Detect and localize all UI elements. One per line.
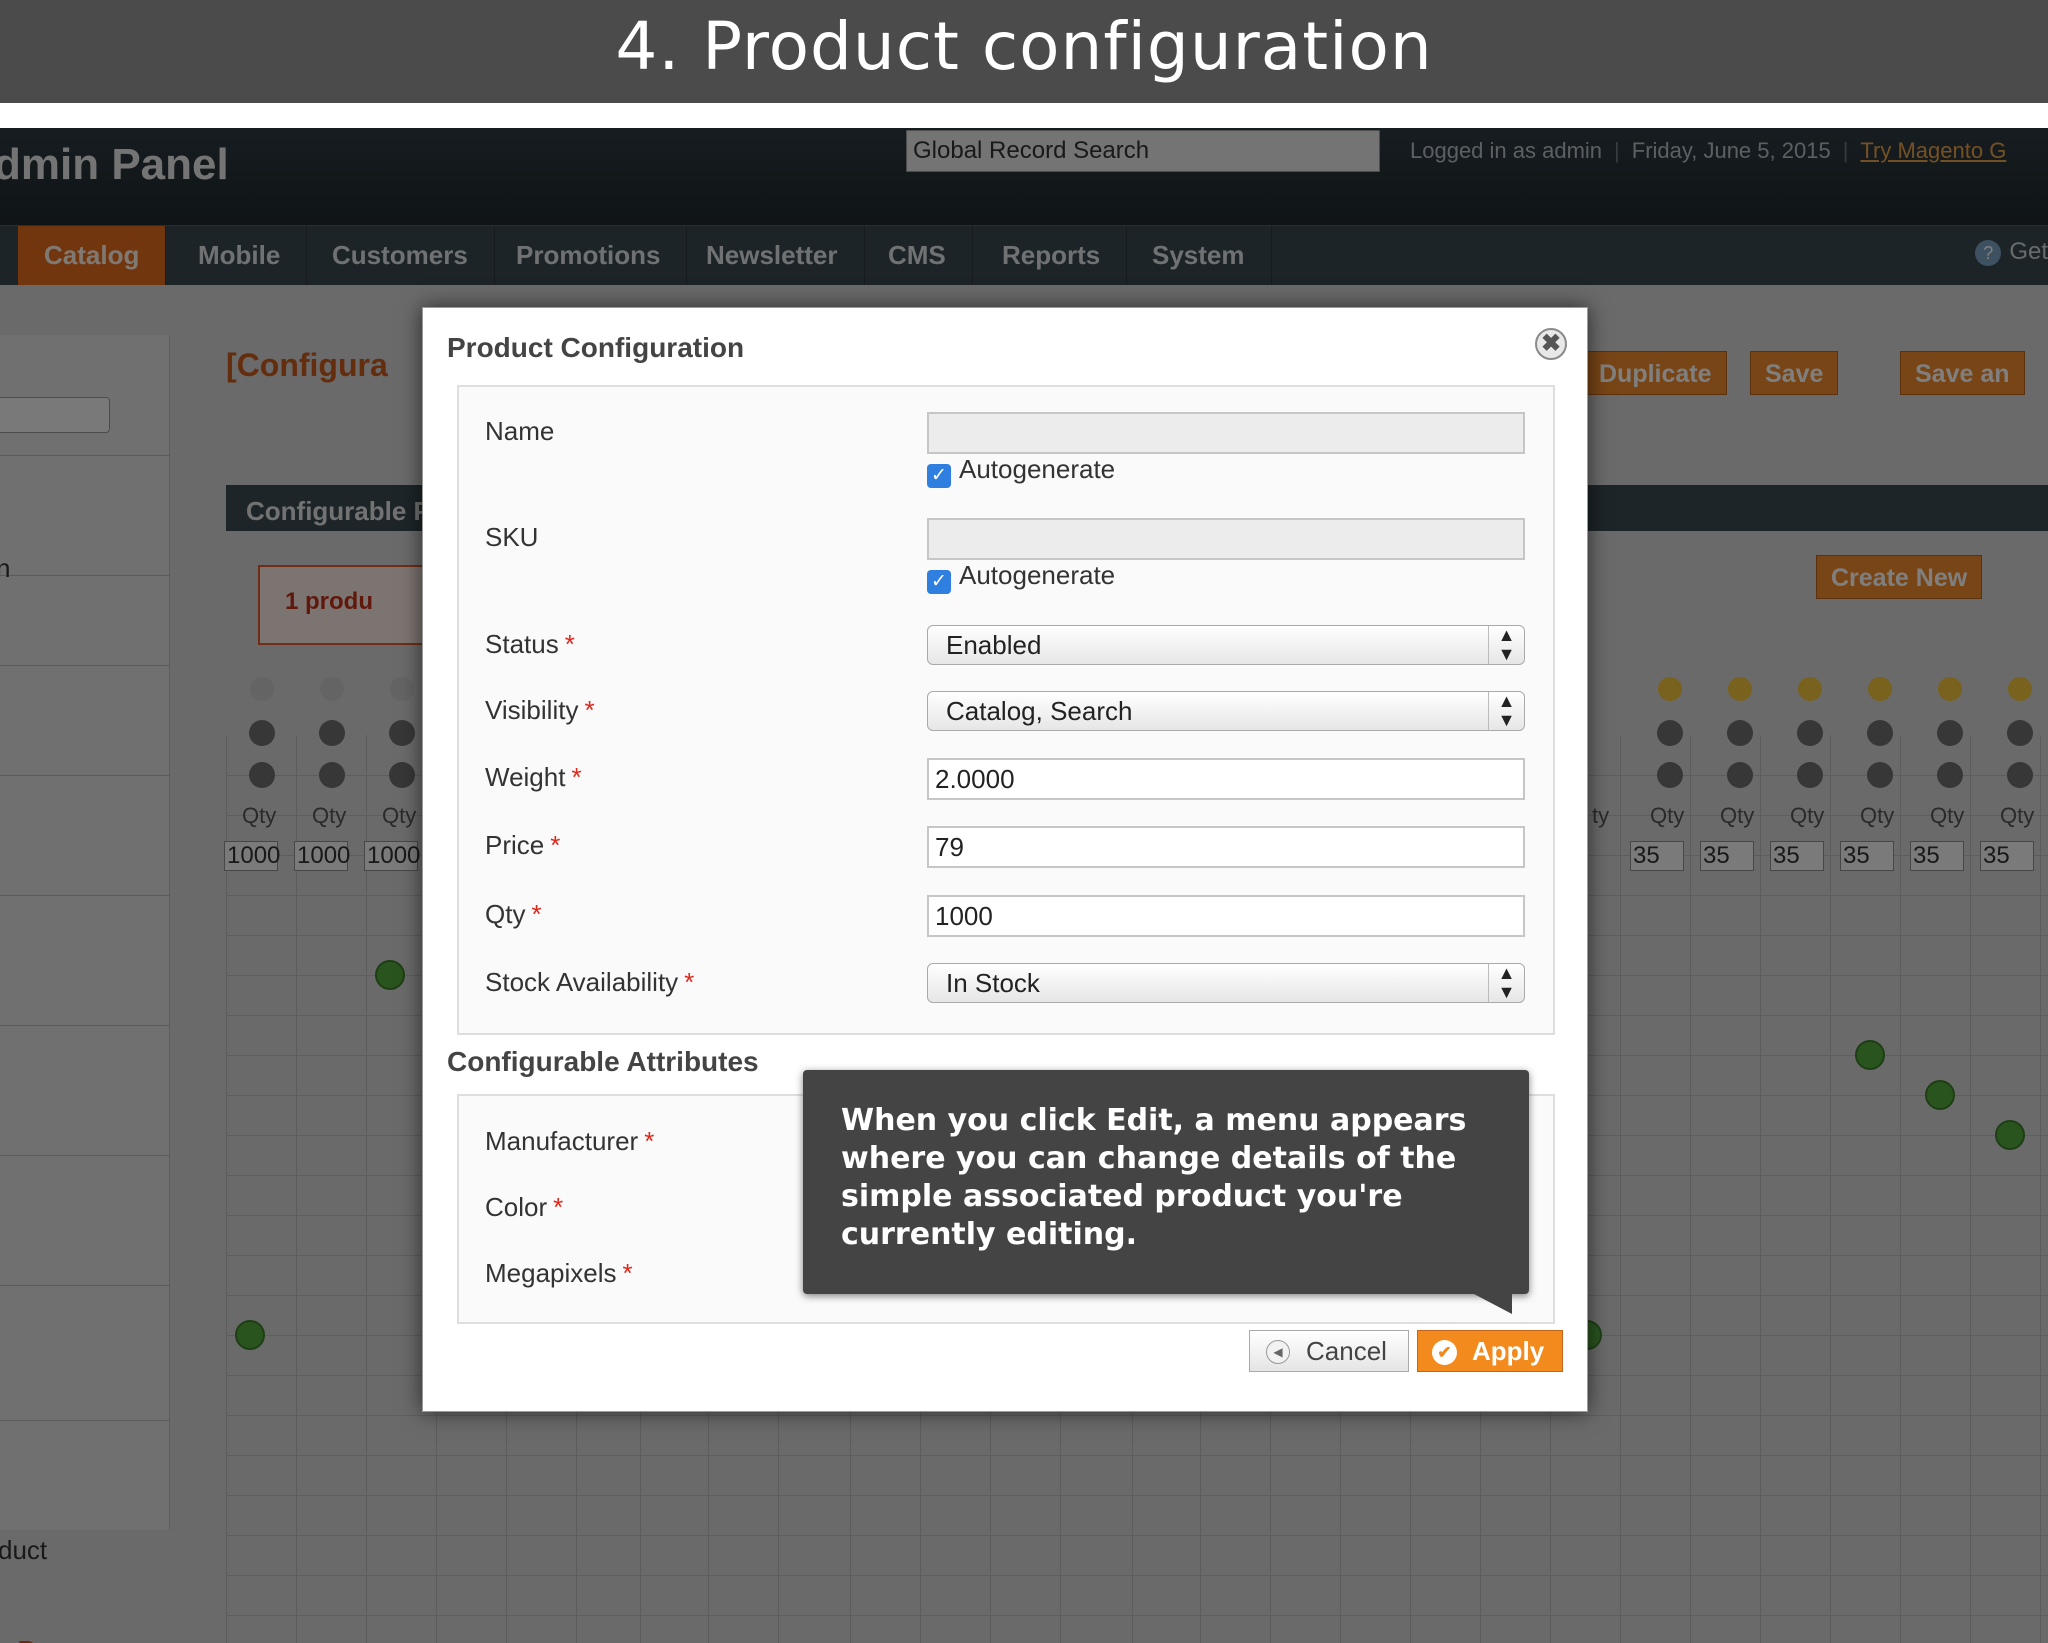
required-mark: *: [571, 762, 582, 792]
megapixels-label-text: Megapixels: [485, 1258, 617, 1288]
manufacturer-label-text: Manufacturer: [485, 1126, 639, 1156]
sku-label: SKU: [485, 522, 539, 552]
select-arrows-icon: ▲ ▼: [1488, 964, 1524, 1002]
cancel-label: Cancel: [1306, 1336, 1387, 1366]
required-mark: *: [622, 1258, 633, 1288]
modal-title: Product Configuration: [447, 332, 745, 363]
required-mark: *: [564, 629, 575, 659]
visibility-value: Catalog, Search: [946, 696, 1133, 726]
weight-label-text: Weight: [485, 762, 566, 792]
tooltip-text: When you click Edit, a menu appears wher…: [841, 1103, 1467, 1252]
title-banner: 4. Product configuration: [0, 0, 2048, 103]
tooltip-pointer: [1474, 1294, 1512, 1314]
status-select[interactable]: Enabled ▲ ▼: [927, 625, 1525, 665]
qty-input[interactable]: [927, 895, 1525, 937]
required-mark: *: [684, 967, 695, 997]
autogenerate-label: Autogenerate: [959, 560, 1116, 590]
checkbox-checked-icon: ✓: [927, 464, 951, 488]
price-label-text: Price: [485, 830, 545, 860]
visibility-label: Visibility *: [485, 695, 595, 726]
sku-autogenerate-checkbox[interactable]: ✓ Autogenerate: [927, 560, 1115, 594]
apply-button[interactable]: ✔ Apply: [1417, 1330, 1563, 1372]
status-value: Enabled: [946, 630, 1042, 660]
weight-label: Weight *: [485, 762, 582, 793]
stock-availability-select[interactable]: In Stock ▲ ▼: [927, 963, 1525, 1003]
tutorial-tooltip: When you click Edit, a menu appears wher…: [803, 1070, 1529, 1294]
status-label: Status *: [485, 629, 575, 660]
name-autogenerate-checkbox[interactable]: ✓ Autogenerate: [927, 454, 1115, 488]
manufacturer-label: Manufacturer *: [485, 1126, 654, 1157]
name-label: Name: [485, 416, 555, 446]
weight-input[interactable]: [927, 758, 1525, 800]
name-input[interactable]: [927, 412, 1525, 454]
banner-title: 4. Product configuration: [615, 8, 1433, 85]
banner-divider: [0, 103, 2048, 128]
color-label-text: Color: [485, 1192, 548, 1222]
select-arrows-icon: ▲ ▼: [1488, 626, 1524, 664]
visibility-label-text: Visibility: [485, 695, 579, 725]
cancel-button[interactable]: ◀ Cancel: [1249, 1330, 1409, 1372]
select-arrows-icon: ▲ ▼: [1488, 692, 1524, 730]
autogenerate-label: Autogenerate: [959, 454, 1116, 484]
color-label: Color *: [485, 1192, 563, 1223]
configurable-attributes-heading: Configurable Attributes: [447, 1046, 759, 1077]
visibility-select[interactable]: Catalog, Search ▲ ▼: [927, 691, 1525, 731]
price-label: Price *: [485, 830, 560, 861]
required-mark: *: [531, 899, 542, 929]
stock-availability-label: Stock Availability *: [485, 967, 694, 998]
checkmark-icon: ✔: [1432, 1340, 1457, 1365]
checkbox-checked-icon: ✓: [927, 570, 951, 594]
stock-value: In Stock: [946, 968, 1040, 998]
back-arrow-icon: ◀: [1266, 1340, 1290, 1364]
megapixels-label: Megapixels *: [485, 1258, 633, 1289]
required-mark: *: [553, 1192, 564, 1222]
status-label-text: Status: [485, 629, 559, 659]
qty-label-text: Qty: [485, 899, 526, 929]
sku-input[interactable]: [927, 518, 1525, 560]
required-mark: *: [584, 695, 595, 725]
close-icon[interactable]: ✖: [1535, 328, 1567, 360]
stock-label-text: Stock Availability: [485, 967, 679, 997]
qty-label: Qty *: [485, 899, 542, 930]
apply-label: Apply: [1472, 1336, 1545, 1366]
price-input[interactable]: [927, 826, 1525, 868]
required-mark: *: [644, 1126, 655, 1156]
required-mark: *: [550, 830, 561, 860]
